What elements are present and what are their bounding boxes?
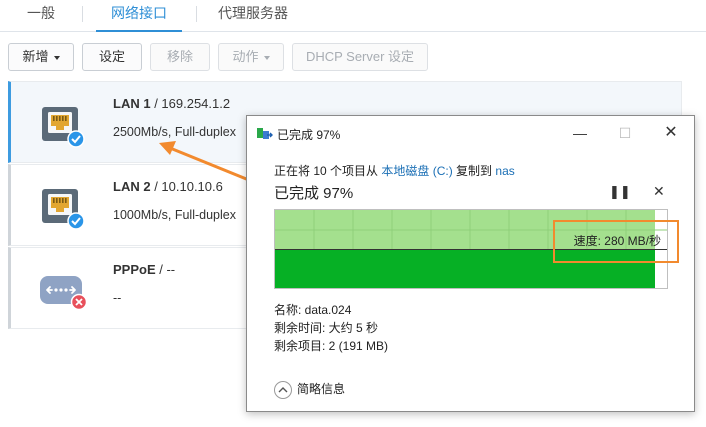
ethernet-port-icon: [40, 105, 86, 154]
file-copy-icon: [257, 127, 273, 146]
create-button[interactable]: 新增: [8, 43, 74, 71]
pppoe-disconnected-icon: [38, 272, 88, 317]
settings-button[interactable]: 设定: [82, 43, 142, 71]
interface-status: --: [113, 291, 122, 305]
tab-bar: 一般 网络接口 代理服务器: [0, 0, 706, 32]
maximize-icon[interactable]: ☐: [602, 120, 648, 146]
chevron-down-icon: [263, 55, 270, 60]
chevron-down-icon: [53, 55, 60, 60]
dhcp-server-settings-button[interactable]: DHCP Server 设定: [292, 43, 428, 71]
minimize-icon[interactable]: —: [557, 120, 603, 146]
file-name: 名称: data.024: [274, 303, 352, 317]
interface-name: PPPoE: [113, 262, 156, 277]
interface-address: / 169.254.1.2: [154, 96, 231, 111]
tab-network-interface[interactable]: 网络接口: [96, 0, 182, 32]
remove-button[interactable]: 移除: [150, 43, 210, 71]
tab-proxy-server[interactable]: 代理服务器: [208, 0, 298, 32]
interface-address: / --: [159, 262, 176, 277]
interface-status: 1000Mb/s, Full-duplex: [113, 208, 236, 222]
tab-general[interactable]: 一般: [14, 0, 68, 32]
ethernet-port-icon: [40, 187, 86, 236]
interface-title: LAN 1 / 169.254.1.2: [113, 96, 230, 111]
copy-prefix: 正在将 10 个项目从: [274, 164, 379, 178]
chevron-up-icon: [274, 380, 292, 399]
copy-mid: 复制到: [456, 164, 493, 178]
speed-highlight-box: [553, 220, 679, 263]
progress-percent: 已完成 97%: [274, 185, 354, 202]
destination-link[interactable]: nas: [495, 164, 514, 178]
cancel-icon[interactable]: ✕: [653, 183, 665, 200]
time-remaining: 剩余时间: 大约 5 秒: [274, 321, 379, 335]
action-button-label: 动作: [232, 49, 259, 64]
network-settings-window: 一般 网络接口 代理服务器 新增 设定 移除 动作 DHCP Server 设定…: [0, 0, 706, 427]
fewer-details-label: 简略信息: [297, 382, 346, 396]
copy-description: 正在将 10 个项目从 本地磁盘 (C:) 复制到 nas: [274, 162, 515, 179]
copy-progress-dialog: 已完成 97% — ☐ ✕ 正在将 10 个项目从 本地磁盘 (C:) 复制到 …: [246, 115, 695, 412]
source-link[interactable]: 本地磁盘 (C:): [381, 164, 452, 178]
interface-name: LAN 2: [113, 179, 151, 194]
fewer-details-toggle[interactable]: 简略信息: [274, 380, 345, 399]
tab-divider: [196, 6, 197, 22]
dialog-title: 已完成 97%: [277, 128, 341, 142]
interface-title: PPPoE / --: [113, 262, 175, 277]
items-remaining: 剩余项目: 2 (191 MB): [274, 339, 389, 353]
tab-divider: [82, 6, 83, 22]
pause-icon[interactable]: ❚❚: [609, 184, 631, 200]
action-button[interactable]: 动作: [218, 43, 284, 71]
close-icon[interactable]: ✕: [648, 120, 694, 146]
create-button-label: 新增: [22, 49, 49, 64]
interface-name: LAN 1: [113, 96, 151, 111]
